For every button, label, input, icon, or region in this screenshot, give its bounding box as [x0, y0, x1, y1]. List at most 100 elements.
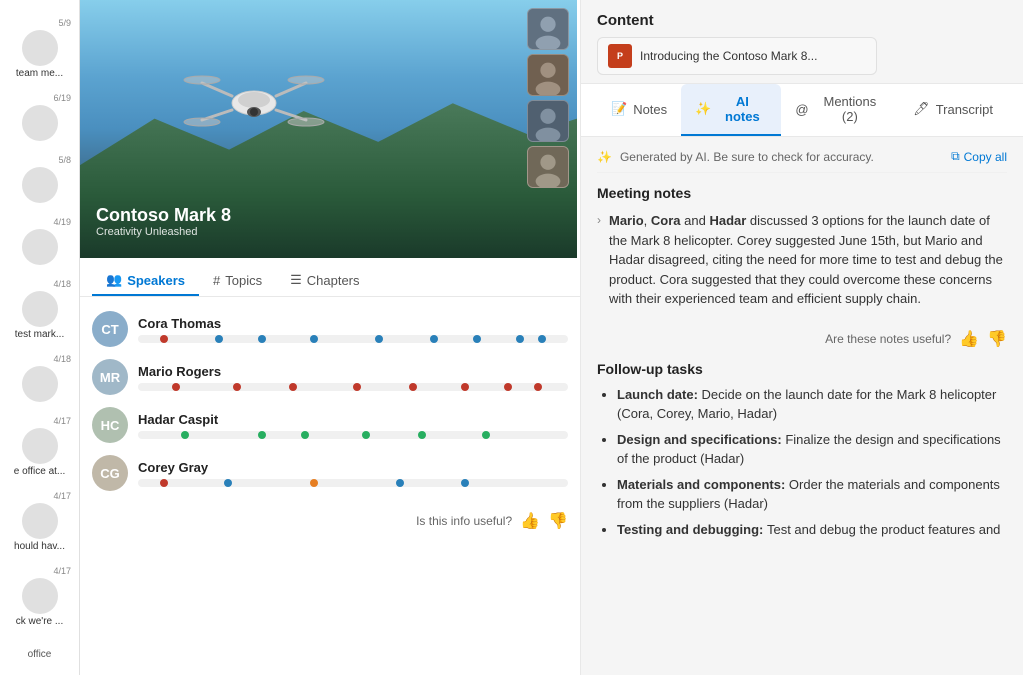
sidebar-item-dot [22, 428, 58, 464]
timeline-dot [233, 383, 241, 391]
mentions-icon: @ [795, 102, 808, 117]
sidebar-item-label: ck we're ... [16, 616, 63, 627]
timeline-dot [353, 383, 361, 391]
sidebar-item-date: 5/8 [58, 155, 75, 165]
sidebar-item-label: hould hav... [14, 541, 65, 552]
sidebar-item-4[interactable]: 4/18 test mark... [0, 273, 79, 346]
sidebar-item-0[interactable]: 5/9team me... [0, 12, 79, 85]
sidebar-item-date: 4/17 [53, 416, 75, 426]
avatar-4 [527, 146, 569, 188]
speaker-item: CGCorey Gray [80, 449, 580, 497]
speaker-info: Cora Thomas [138, 316, 568, 343]
sidebar-item-label: team me... [16, 68, 63, 79]
ai-notes-icon: ✨ [695, 101, 711, 117]
timeline-dot [516, 335, 524, 343]
timeline-dot [418, 431, 426, 439]
timeline-dot [461, 479, 469, 487]
note-chevron-icon: › [597, 213, 601, 309]
task-label: Testing and debugging: [617, 522, 767, 537]
content-title: Content [597, 12, 1007, 29]
timeline-dot [375, 335, 383, 343]
sidebar-item-date: 4/17 [53, 566, 75, 576]
tab-transcript[interactable]: 🖊 Transcript [899, 84, 1007, 136]
sidebar-item-dot [22, 105, 58, 141]
timeline-dot [301, 431, 309, 439]
tab-chapters[interactable]: ☰ Chapters [276, 266, 373, 296]
avatar-1 [527, 8, 569, 50]
tab-ai-notes[interactable]: ✨ AI notes [681, 84, 781, 136]
followup-task: Testing and debugging: Test and debug th… [617, 520, 1007, 540]
timeline-dot [504, 383, 512, 391]
video-subtitle: Creativity Unleashed [96, 226, 231, 238]
notes-thumbup-button[interactable]: 👍 [959, 329, 979, 349]
main-tabs: 📝 Notes ✨ AI notes @ Mentions (2) 🖊 Tran… [581, 84, 1023, 137]
speaker-avatar: HC [92, 407, 128, 443]
timeline-dot [181, 431, 189, 439]
timeline-dot [430, 335, 438, 343]
timeline-dot [160, 335, 168, 343]
task-label: Design and specifications: [617, 432, 785, 447]
chapters-icon: ☰ [290, 272, 302, 288]
timeline-dot [215, 335, 223, 343]
speaker-timeline [138, 479, 568, 487]
speakers-icon: 👥 [106, 272, 122, 288]
copy-all-button[interactable]: ⧉ Copy all [951, 149, 1007, 164]
timeline-dot [258, 335, 266, 343]
timeline-dot [473, 335, 481, 343]
timeline-dot [362, 431, 370, 439]
notes-thumbdown-button[interactable]: 👎 [987, 329, 1007, 349]
sidebar-item-label: test mark... [15, 329, 64, 340]
sidebar-item-dot [22, 503, 58, 539]
sidebar-item-2[interactable]: 5/8 [0, 149, 79, 209]
tab-speakers[interactable]: 👥 Speakers [92, 266, 199, 296]
tab-topics[interactable]: # Topics [199, 266, 276, 296]
speaker-name: Hadar Caspit [138, 412, 568, 427]
speaker-timeline [138, 383, 568, 391]
speaker-list: CT Cora Thomas MRMario Rogers HC Hadar Caspi… [80, 297, 580, 505]
sidebar-item-dot [22, 229, 58, 265]
content-file[interactable]: P Introducing the Contoso Mark 8... [597, 37, 877, 75]
sidebar-item-1[interactable]: 6/19 [0, 87, 79, 147]
sidebar-item-dot [22, 167, 58, 203]
ai-disclaimer-row: ✨ Generated by AI. Be sure to check for … [597, 149, 1007, 173]
speaker-avatar: CT [92, 311, 128, 347]
timeline-dot [461, 383, 469, 391]
copy-icon: ⧉ [951, 149, 960, 164]
tab-mentions[interactable]: @ Mentions (2) [781, 84, 899, 136]
sidebar-item-6[interactable]: 4/17e office at... [0, 410, 79, 483]
speaker-item: MRMario Rogers [80, 353, 580, 401]
sidebar-item-dot [22, 30, 58, 66]
sidebar-item-3[interactable]: 4/19 [0, 211, 79, 271]
notes-content: ✨ Generated by AI. Be sure to check for … [581, 137, 1023, 675]
thumbup-button[interactable]: 👍 [520, 511, 540, 531]
meeting-note-item: › Mario, Cora and Hadar discussed 3 opti… [597, 211, 1007, 309]
sidebar-item-7[interactable]: 4/17hould hav... [0, 485, 79, 558]
sidebar-item-date: 4/18 [53, 279, 75, 289]
speaker-item: CT Cora Thomas [80, 305, 580, 353]
sidebar-item-date: 6/19 [53, 93, 75, 103]
timeline-dot [482, 431, 490, 439]
timeline-dot [160, 479, 168, 487]
notes-feedback-label: Are these notes useful? [825, 332, 951, 346]
sidebar-item-dot [22, 366, 58, 402]
timeline-dot [172, 383, 180, 391]
speaker-name: Cora Thomas [138, 316, 568, 331]
avatar-3 [527, 100, 569, 142]
ai-disclaimer-text: Generated by AI. Be sure to check for ac… [620, 150, 874, 164]
sidebar-entries: 5/9team me... 6/19 5/8 4/19 4/18 test mark...… [0, 8, 79, 637]
thumbdown-button[interactable]: 👎 [548, 511, 568, 531]
followup-task: Design and specifications: Finalize the … [617, 430, 1007, 469]
speaker-avatar: MR [92, 359, 128, 395]
topics-icon: # [213, 273, 220, 288]
timeline-dot [396, 479, 404, 487]
sidebar-item-5[interactable]: 4/18 [0, 348, 79, 408]
sidebar-item-date: 4/18 [53, 354, 75, 364]
speaker-name: Corey Gray [138, 460, 568, 475]
meeting-notes-title: Meeting notes [597, 185, 1007, 201]
timeline-dot [409, 383, 417, 391]
task-label: Launch date: [617, 387, 702, 402]
tab-notes[interactable]: 📝 Notes [597, 84, 681, 136]
sidebar-item-8[interactable]: 4/17 ck we're ... [0, 560, 79, 633]
followup-task: Materials and components: Order the mate… [617, 475, 1007, 514]
notes-tab-icon: 📝 [611, 101, 627, 117]
